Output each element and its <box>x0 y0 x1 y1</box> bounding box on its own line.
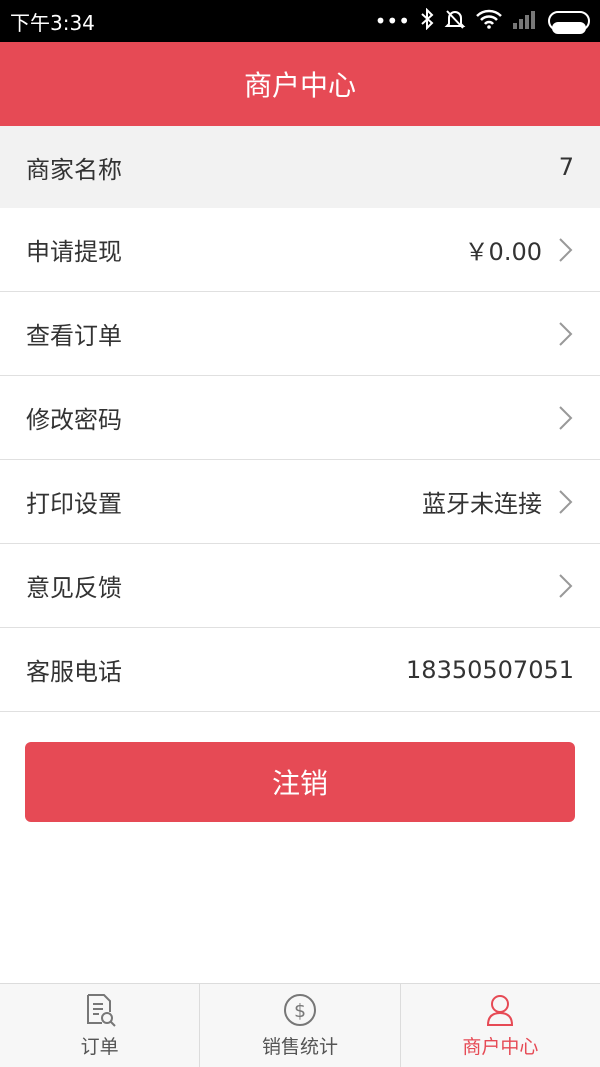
tab-label: 订单 <box>80 1036 119 1058</box>
menu-item-withdraw[interactable]: 申请提现 ￥0.00 <box>0 208 600 292</box>
mute-icon <box>444 8 466 35</box>
menu-item-label: 客服电话 <box>26 658 122 686</box>
user-icon <box>487 995 514 1026</box>
menu-item-change-password[interactable]: 修改密码 <box>0 376 600 460</box>
bluetooth-status-value: 蓝牙未连接 <box>422 490 542 518</box>
chevron-right-icon <box>559 237 573 262</box>
chevron-right-icon <box>559 573 573 598</box>
merchant-name-row: 商家名称 7 <box>0 126 600 208</box>
balance-value: ￥0.00 <box>464 238 542 266</box>
menu-item-feedback[interactable]: 意见反馈 <box>0 544 600 628</box>
chevron-right-icon <box>559 321 573 346</box>
page-title: 商户中心 <box>243 69 356 102</box>
phone-number-value: 18350507051 <box>406 655 574 684</box>
signal-icon <box>512 9 538 34</box>
status-bar: 下午3:34 ••• <box>0 0 600 42</box>
menu-item-label: 查看订单 <box>26 322 122 350</box>
tab-merchant-center[interactable]: 商户中心 <box>401 984 600 1067</box>
menu-item-label: 意见反馈 <box>26 574 122 602</box>
logout-button[interactable]: 注销 <box>25 742 575 822</box>
merchant-name-value: 7 <box>558 153 574 181</box>
logout-button-label: 注销 <box>271 767 328 800</box>
chevron-right-icon <box>559 489 573 514</box>
merchant-name-label: 商家名称 <box>26 155 122 184</box>
tab-sales-stats[interactable]: $ 销售统计 <box>200 984 401 1067</box>
menu-item-label: 修改密码 <box>26 406 122 434</box>
menu-item-label: 申请提现 <box>26 238 122 266</box>
tab-label: 商户中心 <box>462 1036 539 1058</box>
menu-item-print-settings[interactable]: 打印设置 蓝牙未连接 <box>0 460 600 544</box>
tab-label: 销售统计 <box>261 1036 338 1058</box>
chevron-right-icon <box>559 405 573 430</box>
menu-list: 申请提现 ￥0.00 查看订单 修改密码 打印设置 蓝牙未连接 意见反馈 客服电… <box>0 208 600 712</box>
bluetooth-icon <box>420 7 434 35</box>
status-time: 下午3:34 <box>10 10 95 35</box>
tab-orders[interactable]: 订单 <box>0 984 201 1067</box>
status-icons: ••• <box>374 7 590 35</box>
more-icon: ••• <box>374 9 410 33</box>
order-list-icon <box>86 994 116 1027</box>
app-header: 商户中心 <box>0 42 600 126</box>
dollar-icon: $ <box>283 994 316 1026</box>
svg-text:$: $ <box>294 1000 306 1022</box>
bottom-tab-bar: 订单 $ 销售统计 商户中心 <box>0 983 600 1067</box>
wifi-icon <box>476 9 502 34</box>
menu-item-view-orders[interactable]: 查看订单 <box>0 292 600 376</box>
menu-item-label: 打印设置 <box>26 490 122 518</box>
menu-item-customer-service[interactable]: 客服电话 18350507051 <box>0 628 600 712</box>
battery-icon <box>548 11 590 34</box>
